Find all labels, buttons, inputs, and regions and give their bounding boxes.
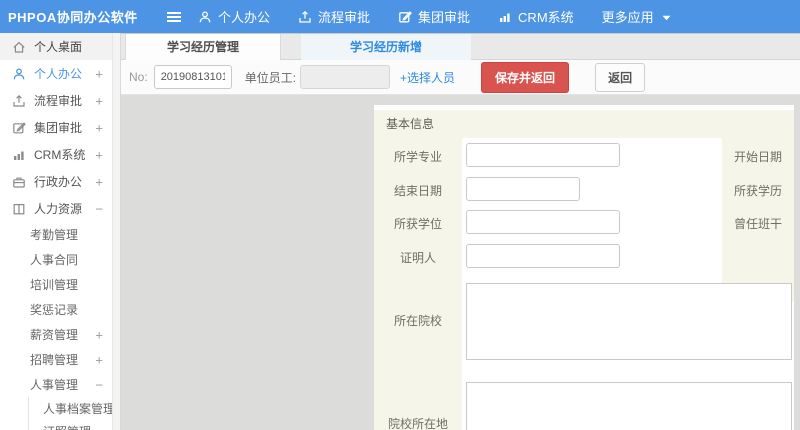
share-icon xyxy=(12,94,26,108)
nav-label: CRM系统 xyxy=(518,10,574,25)
nav-crm-system[interactable]: CRM系统 xyxy=(498,7,574,26)
caret-down-icon xyxy=(662,9,671,24)
field-label-major: 所学专业 xyxy=(393,150,442,164)
sidebar-item-personnel-mgmt[interactable]: 人事管理 − xyxy=(0,372,112,397)
nav-group-approval[interactable]: 集团审批 xyxy=(398,7,470,26)
sidebar: 个人桌面 个人办公 + 流程审批 + 集团审批 + CRM系统 + 行政办公 +… xyxy=(0,33,113,430)
sidebar-item-training-mgmt[interactable]: 培训管理 xyxy=(0,272,112,297)
top-bar: PHPOA协同办公软件 个人办公 流程审批 集团审批 CRM系统 更多应用 xyxy=(0,0,800,33)
expand-icon[interactable]: + xyxy=(95,66,103,81)
field-label-school: 所在院校 xyxy=(393,314,442,328)
degree-input[interactable] xyxy=(466,210,620,234)
sidebar-splitter[interactable] xyxy=(113,33,121,430)
sidebar-item-certificate-mgmt[interactable]: 证照管理 xyxy=(29,420,112,430)
expand-icon[interactable]: + xyxy=(95,174,103,189)
field-label-witness: 证明人 xyxy=(399,251,436,265)
sidebar-item-hr-contract[interactable]: 人事合同 xyxy=(0,247,112,272)
end-date-input[interactable] xyxy=(466,177,580,201)
sidebar-item-crm-system[interactable]: CRM系统 + xyxy=(0,141,112,168)
school-location-textarea[interactable] xyxy=(466,382,792,430)
bar-chart-icon xyxy=(498,10,512,24)
sidebar-item-admin-office[interactable]: 行政办公 + xyxy=(0,168,112,195)
sidebar-item-personal-desktop[interactable]: 个人桌面 xyxy=(0,33,112,60)
app-logo: PHPOA协同办公软件 xyxy=(8,10,138,25)
user-icon xyxy=(12,67,26,81)
field-label-degree: 所获学位 xyxy=(393,217,442,231)
share-icon xyxy=(298,10,312,24)
app-window: PHPOA协同办公软件 个人办公 流程审批 集团审批 CRM系统 更多应用 个人… xyxy=(0,0,800,430)
expand-icon[interactable]: + xyxy=(95,147,103,162)
sidebar-item-reward-punishment[interactable]: 奖惩记录 xyxy=(0,297,112,322)
select-person-link[interactable]: +选择人员 xyxy=(400,69,455,86)
nav-more-apps[interactable]: 更多应用 xyxy=(602,7,671,26)
nav-label: 流程审批 xyxy=(318,10,371,25)
home-icon xyxy=(12,40,26,54)
edit-icon xyxy=(12,121,26,135)
sidebar-item-workflow-approval[interactable]: 流程审批 + xyxy=(0,87,112,114)
user-icon xyxy=(198,10,212,24)
book-icon xyxy=(12,202,26,216)
field-label-end-date: 结束日期 xyxy=(393,184,442,198)
sidebar-item-recruitment-mgmt[interactable]: 招聘管理 + xyxy=(0,347,112,372)
nav-personal-office[interactable]: 个人办公 xyxy=(198,7,270,26)
expand-icon[interactable]: − xyxy=(95,201,103,216)
no-input[interactable] xyxy=(153,65,232,89)
top-nav: 个人办公 流程审批 集团审批 CRM系统 更多应用 xyxy=(198,0,671,33)
section-header: 基本信息 xyxy=(374,110,794,138)
major-input[interactable] xyxy=(466,143,620,167)
nav-label: 个人办公 xyxy=(218,10,271,25)
nav-workflow-approval[interactable]: 流程审批 xyxy=(298,7,370,26)
hamburger-icon xyxy=(166,10,182,24)
field-label-class-cadre: 曾任班干 xyxy=(733,217,782,231)
bar-chart-icon xyxy=(12,148,26,162)
sidebar-item-attendance-mgmt[interactable]: 考勤管理 xyxy=(0,222,112,247)
employee-label: 单位员工: xyxy=(244,70,297,85)
tab-study-history-new[interactable]: 学习经历新增 xyxy=(301,34,471,60)
form-panel: 基本信息 所学专业 开始日期 结束日期 所获学历 所获学位 曾任班干 证明人 所 xyxy=(374,105,794,430)
edit-icon xyxy=(398,10,412,24)
expand-icon[interactable]: + xyxy=(95,327,103,342)
expand-icon[interactable]: − xyxy=(95,377,103,392)
form-body: 所学专业 开始日期 结束日期 所获学历 所获学位 曾任班干 证明人 所在院校 院… xyxy=(374,138,794,430)
tab-bar: 学习经历管理 学习经历新增 xyxy=(121,33,800,60)
field-label-education: 所获学历 xyxy=(733,184,782,198)
sidebar-toggle-button[interactable] xyxy=(166,0,182,33)
sidebar-item-human-resources[interactable]: 人力资源 − xyxy=(0,195,112,222)
field-label-school-location: 院校所在地 xyxy=(387,417,448,430)
no-label: No: xyxy=(129,70,148,84)
sidebar-item-group-approval[interactable]: 集团审批 + xyxy=(0,114,112,141)
back-button[interactable]: 返回 xyxy=(595,62,646,92)
sidebar-item-salary-mgmt[interactable]: 薪资管理 + xyxy=(0,322,112,347)
tab-study-history-mgmt[interactable]: 学习经历管理 xyxy=(125,34,281,60)
save-and-return-button[interactable]: 保存并返回 xyxy=(481,61,570,93)
toolbar: No: 单位员工: +选择人员 保存并返回 返回 xyxy=(121,60,800,95)
content-area: 基本信息 所学专业 开始日期 结束日期 所获学历 所获学位 曾任班干 证明人 所 xyxy=(121,95,800,430)
briefcase-icon xyxy=(12,175,26,189)
field-label-start-date: 开始日期 xyxy=(733,150,782,164)
employee-input[interactable] xyxy=(300,65,391,89)
school-textarea[interactable] xyxy=(466,283,792,360)
nav-label: 集团审批 xyxy=(418,10,471,25)
nav-label: 更多应用 xyxy=(601,10,654,25)
sidebar-submenu: 人事档案管理 证照管理 xyxy=(28,397,112,430)
witness-input[interactable] xyxy=(466,244,620,268)
main-area: 学习经历管理 学习经历新增 No: 单位员工: +选择人员 保存并返回 返回 基… xyxy=(121,33,800,430)
sidebar-item-personal-office[interactable]: 个人办公 + xyxy=(0,60,112,87)
sidebar-item-personnel-archive-mgmt[interactable]: 人事档案管理 xyxy=(29,397,112,420)
expand-icon[interactable]: + xyxy=(95,120,103,135)
expand-icon[interactable]: + xyxy=(95,93,103,108)
expand-icon[interactable]: + xyxy=(95,352,103,367)
